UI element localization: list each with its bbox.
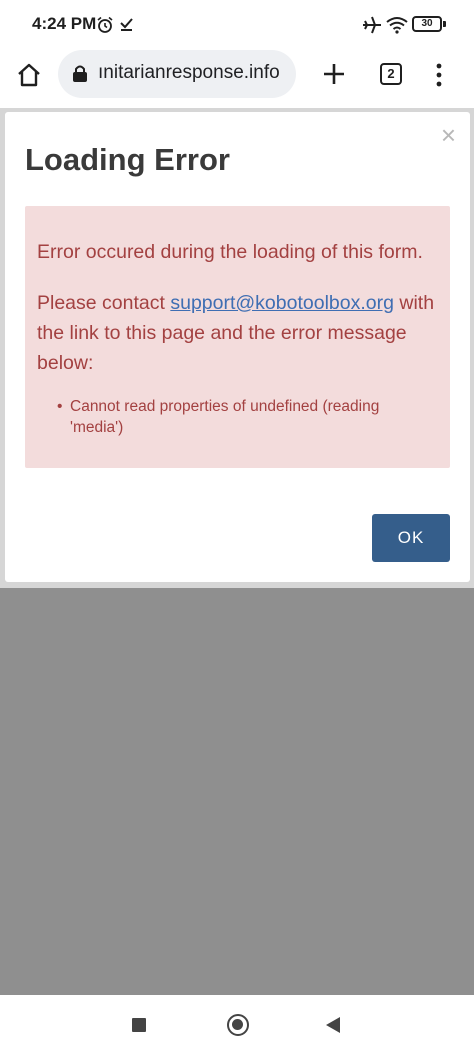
tab-switcher-icon[interactable]: 2 [380,63,402,85]
browser-toolbar: ınitarianresponse.info 2 [0,50,474,108]
contact-prefix: Please contact [37,292,171,314]
ok-button[interactable]: OK [372,514,450,562]
battery-tip [443,21,446,27]
wifi-icon [386,17,408,34]
address-bar[interactable]: ınitarianresponse.info [58,50,296,98]
status-time: 4:24 PM [32,14,97,33]
error-list: • Cannot read properties of undefined (r… [57,396,425,438]
error-alert: Error occured during the loading of this… [25,206,450,468]
bullet-icon: • [57,398,63,415]
status-bar: 4:24 PM 30 [0,0,474,50]
battery-level: 30 [421,18,433,29]
recents-icon[interactable] [132,1018,146,1032]
contact-message: Please contact support@kobotoolbox.org w… [37,288,442,378]
loading-error-dialog: × Loading Error Error occured during the… [5,112,470,582]
back-icon[interactable] [325,1016,341,1034]
error-list-item: Cannot read properties of undefined (rea… [70,398,380,436]
lock-icon[interactable] [72,64,88,83]
tab-count: 2 [387,66,395,81]
airplane-icon [363,16,381,34]
support-email-link[interactable]: support@kobotoolbox.org [170,292,394,314]
close-icon[interactable]: × [441,120,456,151]
url-text[interactable]: ınitarianresponse.info [98,62,290,84]
system-nav-bar [0,995,474,1053]
new-tab-icon[interactable] [322,62,346,86]
error-message: Error occured during the loading of this… [37,241,423,263]
battery-icon: 30 [412,16,442,32]
dialog-title: Loading Error [25,142,230,177]
check-icon [120,18,133,31]
alarm-icon [97,16,113,33]
home-circle-icon[interactable] [227,1014,249,1036]
more-menu-icon[interactable] [434,62,444,88]
home-icon[interactable] [16,62,42,88]
